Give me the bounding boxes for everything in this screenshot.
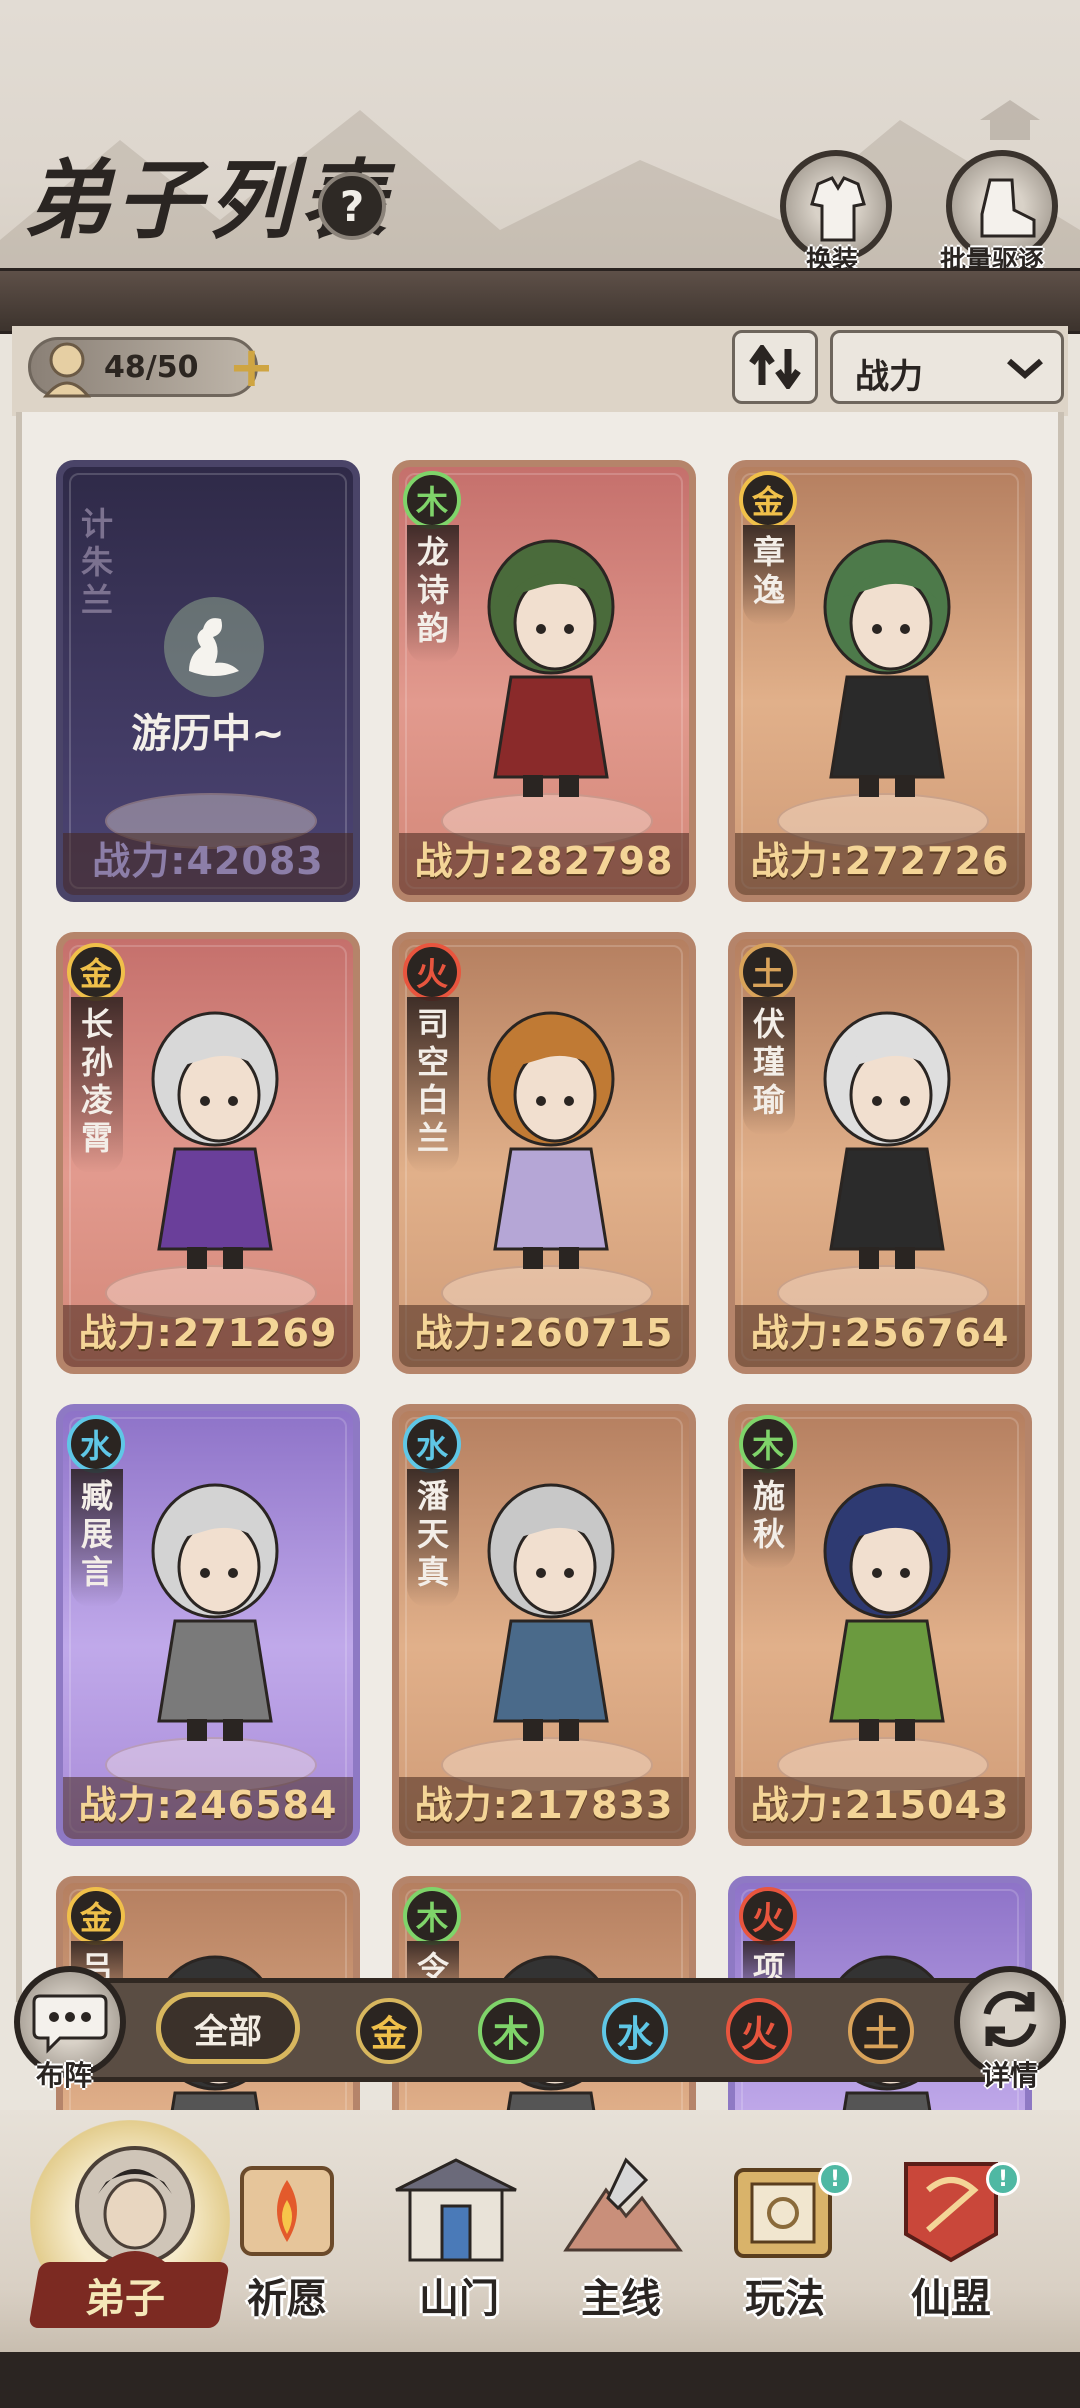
sort-order-button[interactable] [732, 330, 818, 404]
disciple-name: 章逸 [752, 533, 785, 609]
filter-all-button[interactable]: 全部 [156, 1992, 300, 2064]
boot-icon [980, 178, 1036, 238]
combat-power: 战力:271269 [78, 1311, 338, 1355]
disciple-name-strip: 龙诗韵 [407, 525, 459, 663]
disciple-name: 司空白兰 [416, 1005, 449, 1157]
scroll-rail [0, 268, 1080, 334]
character-figure [151, 1011, 279, 1269]
formation-label: 布阵 [36, 2059, 93, 2092]
help-button[interactable]: ? [318, 172, 386, 240]
combat-power: 战力:256764 [750, 1311, 1010, 1355]
disciple-name: 臧展言 [80, 1477, 113, 1591]
traveling-status: 游历中~ [131, 711, 285, 757]
disciple-name-strip: 臧展言 [71, 1469, 123, 1607]
disciple-card[interactable]: 木施秋战力:215043 [728, 1404, 1032, 1846]
disciple-card[interactable]: 金长孙凌霄战力:271269 [56, 932, 360, 1374]
nav-wish-label: 祈愿 [247, 2276, 327, 2322]
element-badge: 木 [739, 1415, 797, 1473]
nav-gameplay-label: 玩法 [745, 2276, 825, 2322]
element-badge: 金 [739, 471, 797, 529]
filter-water-button[interactable]: 水 [602, 1998, 668, 2064]
element-badge: 木 [403, 471, 461, 529]
combat-power: 战力:42083 [92, 839, 324, 883]
nav-sect-gate-label: 山门 [419, 2276, 499, 2322]
disciple-name-strip: 长孙凌霄 [71, 997, 123, 1173]
element-badge: 水 [67, 1415, 125, 1473]
sort-by-value: 战力 [855, 357, 923, 397]
nav-wish[interactable] [222, 2150, 352, 2274]
combat-power: 战力:260715 [414, 1311, 674, 1355]
character-figure [487, 1011, 615, 1269]
disciple-name-strip: 章逸 [743, 525, 795, 625]
sect-gate-icon [395, 2158, 517, 2262]
element-badge: 水 [403, 1415, 461, 1473]
element-badge: 木 [403, 1887, 461, 1945]
element-badge: 金 [67, 943, 125, 1001]
disciple-card[interactable]: 水臧展言战力:246584 [56, 1404, 360, 1846]
disciple-name: 伏瑾瑜 [752, 1005, 785, 1119]
character-figure [487, 539, 615, 797]
main-quest-icon [563, 2157, 683, 2252]
disciple-name: 龙诗韵 [416, 533, 449, 647]
character-figure [823, 539, 951, 797]
nav-sect-gate[interactable] [386, 2150, 526, 2274]
disciple-grid: 计朱兰 游历中~ 战力:42083 木龙诗韵 战力:282798 金章逸 战力:272726… [16, 412, 1064, 2318]
disciple-name: 施秋 [752, 1477, 785, 1553]
filter-fire-button[interactable]: 火 [726, 1998, 792, 2064]
disciple-name-strip: 计朱兰 [71, 497, 123, 635]
nav-alliance-label: 仙盟 [911, 2276, 991, 2322]
element-badge: 土 [739, 943, 797, 1001]
filter-earth-button[interactable]: 土 [848, 1998, 914, 2064]
disciple-portrait-icon [75, 2146, 195, 2266]
character-figure [487, 1483, 615, 1741]
disciple-name-strip: 司空白兰 [407, 997, 459, 1173]
filter-metal-button[interactable]: 金 [356, 1998, 422, 2064]
disciple-card[interactable]: 计朱兰游历中~ 战力:42083 [56, 460, 360, 902]
element-badge: 火 [403, 943, 461, 1001]
combat-power: 战力:282798 [414, 839, 674, 883]
disciple-card[interactable]: 木龙诗韵战力:282798 [392, 460, 696, 902]
element-badge: 金 [67, 1887, 125, 1945]
add-capacity-button[interactable]: + [228, 340, 275, 396]
combat-power: 战力:215043 [750, 1783, 1010, 1827]
disciple-avatar-icon [42, 342, 92, 398]
character-figure [823, 1011, 951, 1269]
character-figure [823, 1483, 951, 1741]
disciple-name-strip: 伏瑾瑜 [743, 997, 795, 1135]
disciple-card[interactable]: 土伏瑾瑜战力:256764 [728, 932, 1032, 1374]
alliance-notification-badge: ! [986, 2162, 1020, 2196]
traveling-icon [164, 597, 264, 697]
nav-main-quest[interactable] [556, 2150, 686, 2274]
details-label: 详情 [982, 2059, 1039, 2092]
wish-scroll-icon [240, 2166, 334, 2256]
chat-bubble-icon [32, 1994, 108, 2054]
gameplay-notification-badge: ! [818, 2162, 852, 2196]
bottom-base-strip [0, 2352, 1080, 2408]
swap-arrows-icon [983, 1991, 1037, 2047]
disciple-name-strip: 潘天真 [407, 1469, 459, 1607]
chevron-down-icon [1007, 358, 1043, 379]
nav-disciples-label: 弟子 [85, 2276, 165, 2322]
element-badge: 火 [739, 1887, 797, 1945]
outfit-icon [810, 176, 866, 242]
nav-main-quest-label: 主线 [581, 2276, 661, 2322]
sort-by-select[interactable]: 战力 [830, 330, 1064, 404]
combat-power: 战力:272726 [750, 839, 1010, 883]
disciple-card[interactable]: 火司空白兰战力:260715 [392, 932, 696, 1374]
disciple-name-strip: 施秋 [743, 1469, 795, 1569]
disciple-name: 长孙凌霄 [80, 1005, 113, 1157]
combat-power: 战力:217833 [414, 1783, 674, 1827]
filter-wood-button[interactable]: 木 [478, 1998, 544, 2064]
nav-disciples[interactable] [60, 2136, 210, 2280]
disciple-name: 潘天真 [416, 1477, 449, 1591]
character-figure [151, 1483, 279, 1741]
combat-power: 战力:246584 [78, 1783, 338, 1827]
disciple-card[interactable]: 金章逸战力:272726 [728, 460, 1032, 902]
disciple-card[interactable]: 水潘天真战力:217833 [392, 1404, 696, 1846]
disciple-name: 计朱兰 [80, 505, 113, 619]
disciple-count: 48/50 [104, 350, 199, 385]
sort-arrows-icon [749, 345, 801, 389]
